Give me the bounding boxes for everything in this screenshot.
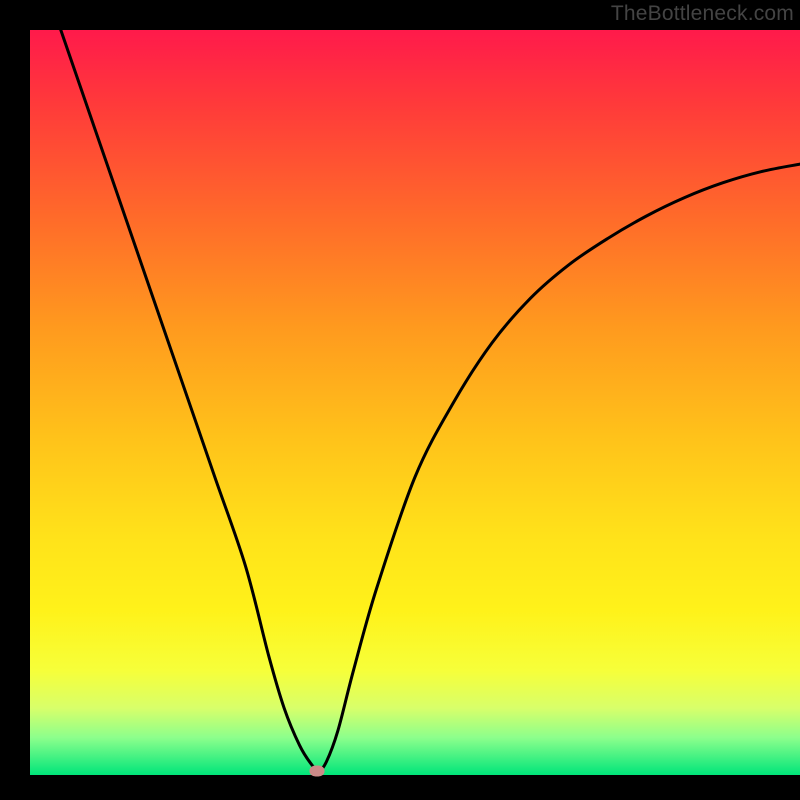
plot-area [30, 30, 800, 775]
chart-frame: TheBottleneck.com [0, 0, 800, 800]
minimum-marker [310, 766, 325, 777]
bottleneck-curve [30, 30, 800, 775]
watermark-text: TheBottleneck.com [611, 2, 794, 26]
